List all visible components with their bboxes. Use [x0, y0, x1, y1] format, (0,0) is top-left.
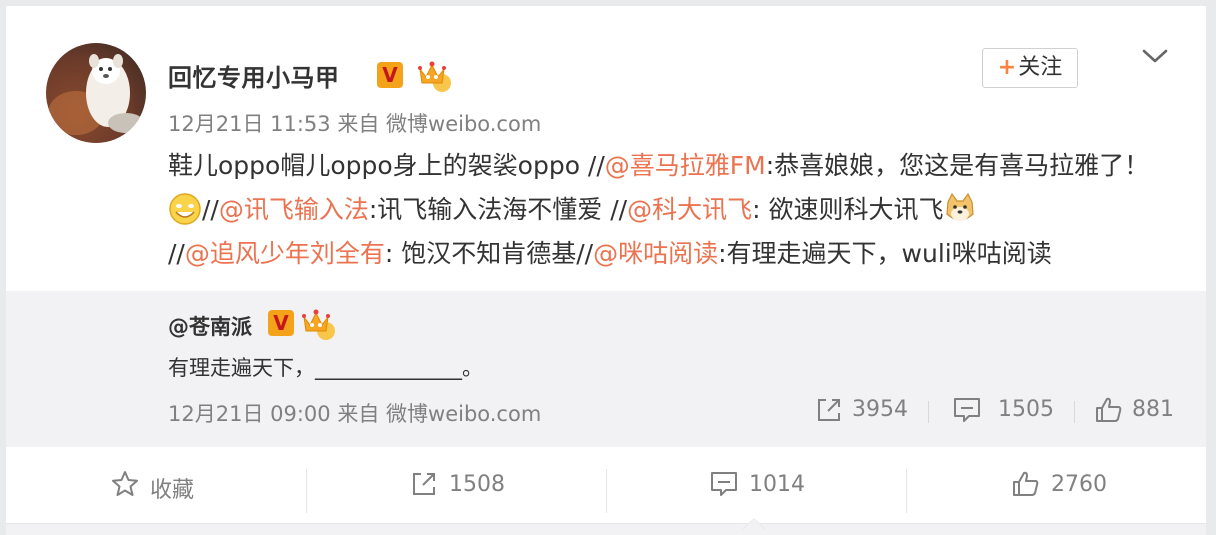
quoted-meta: 12月21日 09:00 来自 微博weibo.com: [168, 398, 541, 428]
comment-icon: [711, 472, 737, 496]
text-segment: :恭喜娘娘，您这是有喜马拉雅了！: [765, 151, 1150, 180]
quoted-repost-button[interactable]: 3954: [814, 395, 914, 425]
like-button[interactable]: 2760: [907, 447, 1206, 534]
star-icon: [112, 471, 138, 496]
like-count: 2760: [1051, 472, 1107, 497]
mention-link[interactable]: @喜马拉雅FM: [605, 151, 766, 180]
weibo-post-card: 回忆专用小马甲 V +关注 12月21日 11:53 来自 微博weibo.co…: [6, 6, 1206, 535]
smile-emoji-icon: [168, 192, 202, 226]
mention-link[interactable]: @科大讯飞: [627, 195, 752, 224]
quoted-text: 有理走遍天下，______________。: [168, 356, 483, 380]
favorite-button[interactable]: 收藏: [6, 447, 306, 534]
avatar[interactable]: [46, 43, 146, 143]
quoted-like-button[interactable]: 881: [1094, 395, 1174, 425]
post-actions: 收藏 1508 1014 2760: [6, 447, 1206, 534]
text-segment: //: [202, 195, 219, 224]
repost-icon: [818, 399, 840, 421]
text-segment: //: [168, 239, 185, 268]
follow-label: 关注: [1018, 55, 1063, 80]
mention-link[interactable]: @讯飞输入法: [219, 195, 369, 224]
mention-link[interactable]: @咪咕阅读: [593, 239, 718, 268]
quoted-comment-button[interactable]: 1505: [952, 395, 1062, 425]
comment-area-top: [6, 523, 1206, 535]
source-prefix: 来自: [337, 402, 380, 426]
mention-link[interactable]: @追风少年刘全有: [185, 239, 385, 268]
repost-icon: [413, 473, 435, 495]
active-tab-caret-fill: [744, 519, 764, 529]
post-meta: 12月21日 11:53 来自 微博weibo.com: [168, 108, 541, 138]
post-time[interactable]: 12月21日 11:53: [168, 112, 331, 136]
text-segment: : 饱汉不知肯德基//: [384, 239, 594, 268]
quoted-repost-count: 3954: [852, 397, 908, 422]
text-segment: :有理走遍天下，wuli咪咕阅读: [718, 239, 1052, 268]
follow-button[interactable]: +关注: [982, 48, 1078, 88]
divider: [928, 401, 929, 423]
chevron-down-icon[interactable]: [1140, 46, 1170, 66]
post-source[interactable]: 微博weibo.com: [386, 112, 541, 136]
comment-icon: [954, 398, 980, 422]
doge-emoji-icon: [943, 192, 977, 226]
post-text: 鞋儿oppo帽儿oppo身上的袈裟oppo //@喜马拉雅FM:恭喜娘娘，您这是…: [168, 144, 1168, 276]
favorite-label: 收藏: [150, 478, 195, 503]
quoted-username[interactable]: @苍南派: [168, 311, 252, 341]
post-username[interactable]: 回忆专用小马甲: [168, 58, 340, 93]
crown-icon: [300, 305, 336, 341]
like-icon: [1013, 471, 1039, 496]
crown-icon: [416, 57, 452, 93]
repost-count: 1508: [449, 472, 505, 497]
verified-badge-icon: V: [377, 62, 403, 88]
like-icon: [1096, 397, 1122, 422]
plus-icon: +: [997, 55, 1017, 80]
quoted-post: @苍南派 V 有理走遍天下，______________。 12月21日 09:…: [6, 291, 1206, 447]
text-segment: :讯飞输入法海不懂爱 //: [368, 195, 628, 224]
source-prefix: 来自: [337, 112, 380, 136]
repost-button[interactable]: 1508: [307, 447, 607, 534]
text-segment: : 欲速则科大讯飞: [752, 195, 944, 224]
quoted-source[interactable]: 微博weibo.com: [386, 402, 541, 426]
divider: [1074, 401, 1075, 423]
quoted-comment-count: 1505: [998, 397, 1054, 422]
quoted-time[interactable]: 12月21日 09:00: [168, 402, 331, 426]
quoted-like-count: 881: [1132, 397, 1174, 422]
comment-count: 1014: [749, 472, 805, 497]
text-segment: 鞋儿oppo帽儿oppo身上的袈裟oppo //: [168, 151, 605, 180]
verified-badge-icon: V: [268, 310, 294, 336]
